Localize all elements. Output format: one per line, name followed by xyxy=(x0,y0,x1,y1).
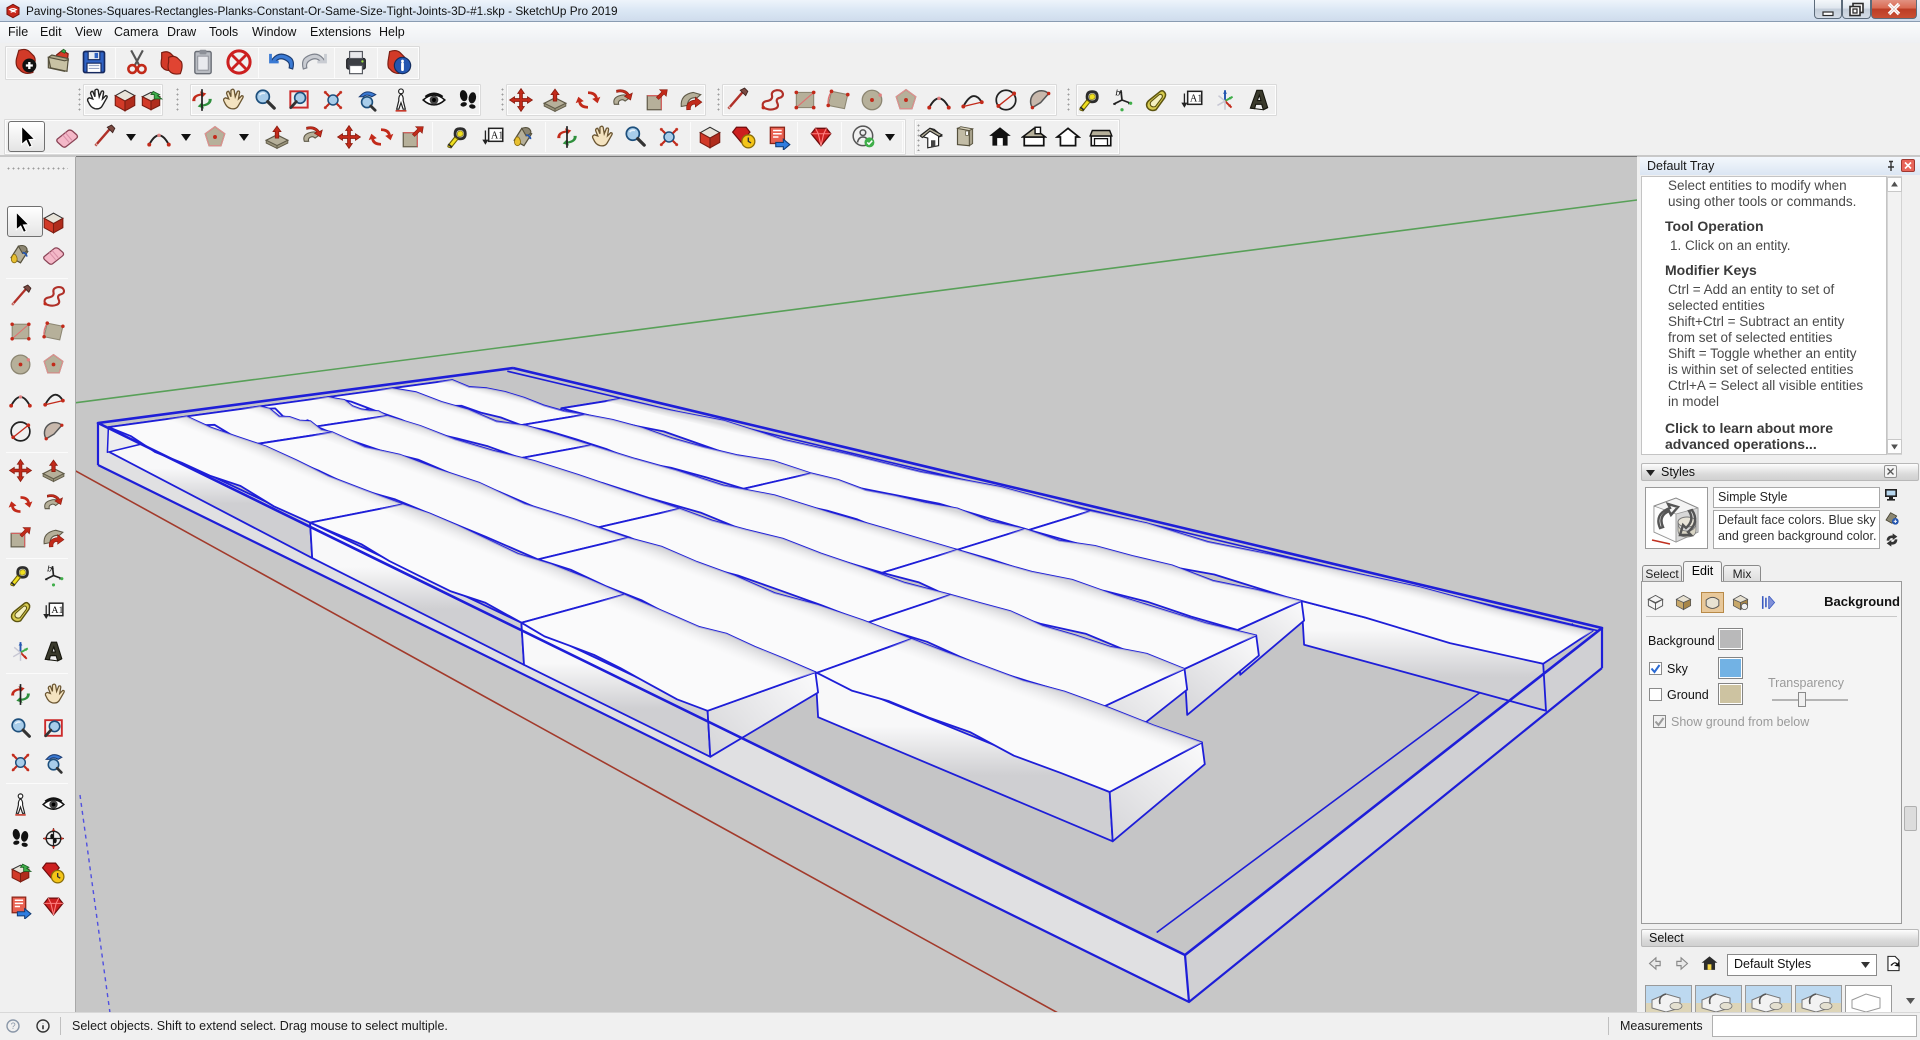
svg-text:b: b xyxy=(1116,88,1121,98)
svg-text:A1: A1 xyxy=(491,131,504,142)
svg-text:b: b xyxy=(47,563,52,573)
svg-text:?: ? xyxy=(11,1021,16,1031)
svg-text:A1: A1 xyxy=(1190,94,1203,105)
svg-text:A1: A1 xyxy=(51,605,63,616)
